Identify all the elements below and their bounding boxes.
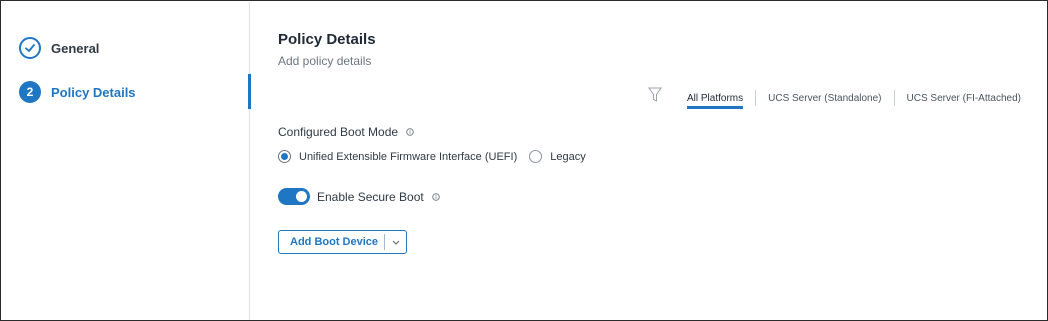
main-content: Policy Details Add policy details All Pl… xyxy=(250,2,1048,320)
info-icon[interactable] xyxy=(406,128,414,136)
step-policy-details-label: Policy Details xyxy=(51,84,136,100)
check-icon xyxy=(19,37,41,59)
tab-ucs-fi-attached[interactable]: UCS Server (FI-Attached) xyxy=(907,93,1021,104)
page-title: Policy Details xyxy=(278,31,376,48)
radio-legacy[interactable] xyxy=(529,150,543,163)
tab-all-platforms[interactable]: All Platforms xyxy=(687,93,744,109)
wizard-stepper: General 2 Policy Details xyxy=(2,2,251,320)
chevron-down-icon[interactable] xyxy=(385,240,406,245)
window-frame: General 2 Policy Details Policy Details … xyxy=(0,0,1048,321)
boot-mode-label: Configured Boot Mode xyxy=(278,125,399,139)
tab-ucs-standalone[interactable]: UCS Server (Standalone) xyxy=(768,93,881,104)
radio-uefi[interactable] xyxy=(278,150,291,163)
step-policy-details[interactable]: 2 Policy Details xyxy=(19,80,136,104)
step-general-label: General xyxy=(51,40,100,56)
page-subtitle: Add policy details xyxy=(278,54,372,68)
tab-divider xyxy=(755,90,757,106)
step-general[interactable]: General xyxy=(19,36,99,60)
radio-legacy-label: Legacy xyxy=(550,150,586,163)
filter-icon[interactable] xyxy=(648,87,662,103)
add-boot-device-button[interactable]: Add Boot Device xyxy=(279,236,384,248)
add-boot-device-split-button: Add Boot Device xyxy=(278,230,407,254)
secure-boot-toggle[interactable] xyxy=(278,188,310,205)
step-number: 2 xyxy=(19,81,41,103)
boot-mode-section: Configured Boot Mode xyxy=(278,125,414,139)
platform-tabs: All Platforms UCS Server (Standalone) UC… xyxy=(687,89,1021,109)
info-icon[interactable] xyxy=(432,192,440,201)
boot-mode-options: Unified Extensible Firmware Interface (U… xyxy=(278,150,586,163)
secure-boot-row: Enable Secure Boot xyxy=(278,188,440,205)
tab-divider xyxy=(893,90,895,106)
secure-boot-label: Enable Secure Boot xyxy=(317,189,424,204)
radio-uefi-label: Unified Extensible Firmware Interface (U… xyxy=(299,150,518,163)
